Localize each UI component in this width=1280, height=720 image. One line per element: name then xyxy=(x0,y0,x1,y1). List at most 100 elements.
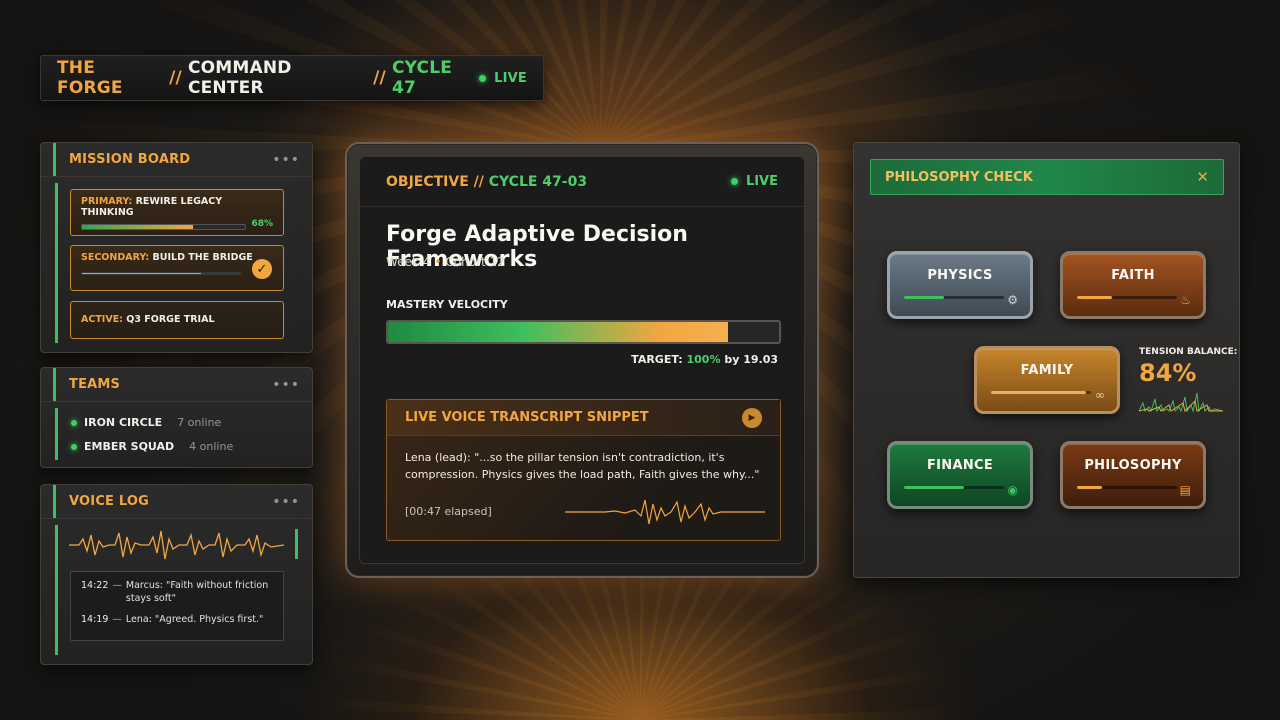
pillar-bar xyxy=(1077,486,1177,489)
transcript-title: LIVE VOICE TRANSCRIPT SNIPPET xyxy=(405,410,649,425)
log-time: 14:19 xyxy=(81,613,109,625)
voice-log-title: VOICE LOG xyxy=(69,494,150,509)
mission-progress-fill xyxy=(82,273,201,274)
live-indicator: LIVE xyxy=(730,174,778,189)
team-online-count: 4 online xyxy=(189,440,234,453)
mission-board-panel: MISSION BOARD ••• PRIMARY: REWIRE LEGACY… xyxy=(40,142,313,353)
pillar-bar-fill xyxy=(1077,296,1112,299)
objective-subtitle: Week 4 • Cohort 12 xyxy=(386,255,505,269)
flame-icon: ♨ xyxy=(1180,293,1191,307)
gear-icon: ⚙ xyxy=(1007,293,1018,307)
transcript-elapsed: [00:47 elapsed] xyxy=(405,505,492,518)
mission-text: Q3 FORGE TRIAL xyxy=(126,314,215,325)
accent-line xyxy=(55,525,58,655)
accent-line xyxy=(55,183,58,343)
target-suffix: by 19.03 xyxy=(724,353,778,366)
pillar-physics[interactable]: PHYSICS ⚙ xyxy=(887,251,1033,319)
philosophy-check-panel: PHILOSOPHY CHECK ✕ PHYSICS ⚙ FAITH ♨ FAM… xyxy=(853,142,1240,578)
objective-label: OBJECTIVE // CYCLE 47-03 xyxy=(386,174,587,190)
pillar-bar xyxy=(904,486,1004,489)
tension-balance-value: 84% xyxy=(1139,359,1197,387)
tension-balance-label: TENSION BALANCE: xyxy=(1139,347,1238,357)
mission-progress-pct: 68% xyxy=(251,219,273,229)
target-prefix: TARGET: xyxy=(631,353,683,366)
pillar-family[interactable]: FAMILY ∞ xyxy=(974,346,1120,414)
link-icon: ∞ xyxy=(1095,388,1105,402)
mission-active[interactable]: ACTIVE: Q3 FORGE TRIAL xyxy=(70,301,284,339)
check-icon: ✓ xyxy=(252,259,272,279)
target-label: TARGET: 100% by 19.03 xyxy=(631,353,778,366)
cohort-label: Cohort 12 xyxy=(445,255,505,269)
log-text: Lena: "Agreed. Physics first." xyxy=(125,613,264,625)
teams-header: TEAMS ••• xyxy=(41,368,312,402)
mastery-velocity-bar xyxy=(386,320,781,344)
log-dash: — xyxy=(112,580,122,591)
voice-log-header: VOICE LOG ••• xyxy=(41,485,312,519)
team-online-count: 7 online xyxy=(177,416,222,429)
command-header: THE FORGE // COMMAND CENTER // CYCLE 47 … xyxy=(40,55,544,101)
waveform-end-marker xyxy=(295,529,298,559)
accent-line xyxy=(55,408,58,460)
team-item[interactable]: EMBER SQUAD 4 online xyxy=(71,440,233,453)
objective-key: OBJECTIVE xyxy=(386,173,469,190)
voice-log-entries: 14:22 — Marcus: "Faith without friction … xyxy=(70,571,284,641)
objective-header: OBJECTIVE // CYCLE 47-03 LIVE xyxy=(360,157,804,207)
week-label: Week 4 xyxy=(386,255,431,269)
log-time: 14:22 xyxy=(81,580,109,591)
pillar-bar xyxy=(991,391,1091,394)
mission-progress-bar xyxy=(81,224,246,230)
more-options-icon[interactable]: ••• xyxy=(272,377,300,393)
objective-panel: OBJECTIVE // CYCLE 47-03 LIVE Forge Adap… xyxy=(359,156,805,564)
log-entry[interactable]: 14:19 — Lena: "Agreed. Physics first." xyxy=(81,614,273,627)
teams-panel: TEAMS ••• IRON CIRCLE 7 online EMBER SQU… xyxy=(40,367,313,468)
pillar-name: FAITH xyxy=(1111,268,1155,283)
pillar-bar-fill xyxy=(904,296,944,299)
mission-progress-bar xyxy=(81,272,241,275)
mission-secondary[interactable]: SECONDARY: BUILD THE BRIDGE ✓ xyxy=(70,245,284,291)
live-indicator: LIVE xyxy=(479,71,527,86)
transcript-text: Lena (lead): "...so the pillar tension i… xyxy=(405,451,760,481)
mission-text: BUILD THE BRIDGE xyxy=(152,252,253,263)
voice-log-panel: VOICE LOG ••• 14:22 — Marcus: "Faith wit… xyxy=(40,484,313,665)
coins-icon: ◉ xyxy=(1007,483,1018,497)
tools-icon[interactable]: ✕ xyxy=(1196,168,1209,186)
pillar-philosophy[interactable]: PHILOSOPHY ▤ xyxy=(1060,441,1206,509)
target-value: 100% xyxy=(686,353,721,366)
more-options-icon[interactable]: ••• xyxy=(272,152,300,168)
mission-key: SECONDARY: xyxy=(81,252,150,263)
online-dot-icon xyxy=(71,443,77,450)
live-label: LIVE xyxy=(494,70,528,86)
log-text: Marcus: "Faith without friction stays so… xyxy=(125,580,269,604)
mission-progress-fill xyxy=(82,225,193,229)
pillar-bar-fill xyxy=(904,486,964,489)
cycle-label: CYCLE 47 xyxy=(391,58,453,98)
objective-cycle: CYCLE 47-03 xyxy=(488,173,588,190)
mission-primary[interactable]: PRIMARY: REWIRE LEGACY THINKING 68% xyxy=(70,189,284,236)
voice-waveform xyxy=(69,530,284,560)
team-item[interactable]: IRON CIRCLE 7 online xyxy=(71,416,221,429)
pillar-faith[interactable]: FAITH ♨ xyxy=(1060,251,1206,319)
transcript-waveform xyxy=(565,499,765,525)
mission-board-title: MISSION BOARD xyxy=(69,152,191,167)
header-separator: // xyxy=(373,68,386,88)
log-entry[interactable]: 14:22 — Marcus: "Faith without friction … xyxy=(81,580,273,606)
mastery-velocity-fill xyxy=(388,322,729,342)
pillar-bar-fill xyxy=(991,391,1086,394)
mission-key: PRIMARY: xyxy=(81,196,133,207)
pillar-bar-fill xyxy=(1077,486,1102,489)
live-dot-icon xyxy=(730,178,738,185)
mission-key: ACTIVE: xyxy=(81,314,123,325)
philosophy-check-header: PHILOSOPHY CHECK ✕ xyxy=(870,159,1224,195)
bullet-separator: • xyxy=(434,255,442,269)
objective-sep: // xyxy=(473,173,484,190)
more-options-icon[interactable]: ••• xyxy=(272,494,300,510)
pillar-finance[interactable]: FINANCE ◉ xyxy=(887,441,1033,509)
mission-board-header: MISSION BOARD ••• xyxy=(41,143,312,177)
header-separator: // xyxy=(169,68,182,88)
online-dot-icon xyxy=(71,419,77,426)
play-icon[interactable]: ▶ xyxy=(742,407,762,428)
pillar-name: FAMILY xyxy=(1020,363,1074,378)
pillar-bar xyxy=(1077,296,1177,299)
pillar-bar xyxy=(904,296,1004,299)
team-name: IRON CIRCLE xyxy=(84,416,163,429)
